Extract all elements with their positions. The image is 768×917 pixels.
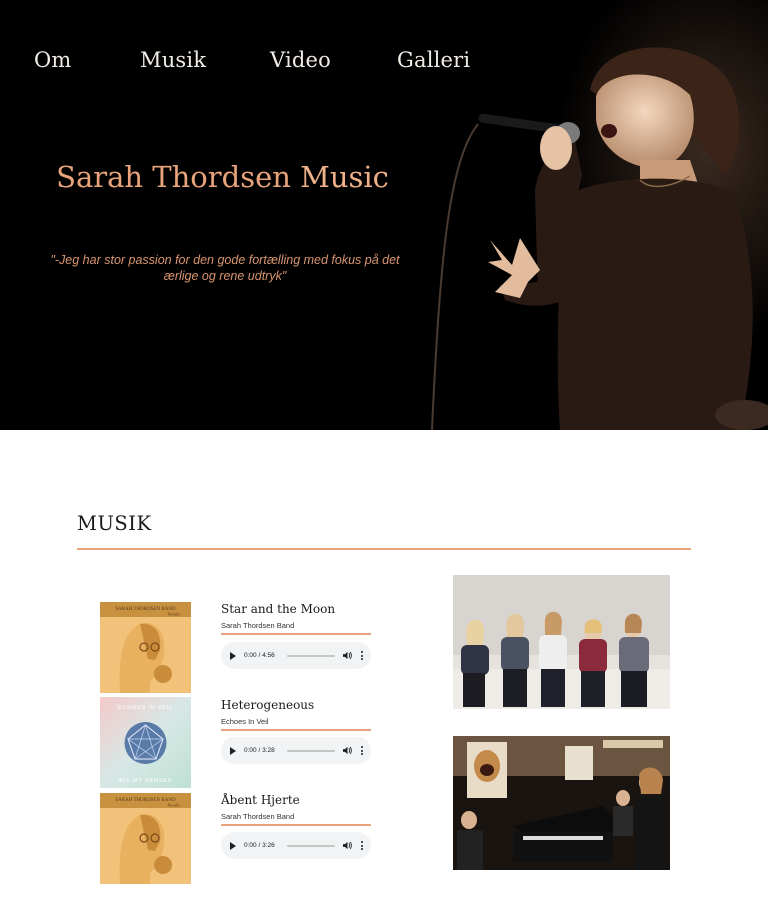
album-cover-sarah-thordsen-band: SARAH THORDSEN BAND Novalis: [100, 602, 191, 693]
site-title-name: Sarah Thordsen: [56, 160, 291, 194]
section-divider: [77, 548, 691, 550]
track-artist: Echoes In Veil: [221, 717, 269, 726]
track-divider: [221, 633, 371, 635]
hero-tagline: "-Jeg har stor passion for den gode fort…: [50, 253, 400, 283]
progress-bar[interactable]: [287, 749, 335, 752]
play-icon[interactable]: [230, 651, 236, 660]
time-display: 0:00 / 4:56: [244, 652, 275, 659]
track-title: Heterogeneous: [221, 698, 315, 712]
audio-player[interactable]: 0:00 / 3:28: [221, 737, 371, 764]
play-icon[interactable]: [230, 746, 236, 755]
progress-bar[interactable]: [287, 654, 335, 657]
time-display: 0:00 / 3:26: [244, 842, 275, 849]
volume-icon[interactable]: [343, 746, 352, 755]
music-section: MUSIK SARAH THORDSEN BAND Novalis ECHOES…: [0, 430, 768, 917]
album-cover-sarah-thordsen-band-2: SARAH THORDSEN BAND Novalis: [100, 793, 191, 884]
cover-echoes-bottom-text: ALL MY SENSES: [119, 778, 173, 784]
section-title: MUSIK: [77, 512, 152, 535]
more-options-icon[interactable]: [361, 746, 363, 755]
cover-echoes-top-text: ECHOES IN VEIL: [118, 705, 173, 711]
concert-photo: [453, 736, 670, 870]
track-divider: [221, 824, 371, 826]
more-options-icon[interactable]: [361, 651, 363, 660]
site-title: Sarah Thordsen Music: [0, 160, 445, 194]
cover-band-sub-text: Novalis: [168, 612, 181, 617]
audio-player[interactable]: 0:00 / 4:56: [221, 642, 371, 669]
track-divider: [221, 729, 371, 731]
audio-player[interactable]: 0:00 / 3:26: [221, 832, 371, 859]
track-artist: Sarah Thordsen Band: [221, 812, 295, 821]
track-title: Star and the Moon: [221, 602, 336, 616]
volume-icon[interactable]: [343, 841, 352, 850]
nav-video[interactable]: Video: [270, 48, 331, 72]
track-title: Åbent Hjerte: [221, 793, 300, 807]
more-options-icon[interactable]: [361, 841, 363, 850]
nav-om[interactable]: Om: [34, 48, 72, 72]
nav-galleri[interactable]: Galleri: [397, 48, 470, 72]
hero-banner: Om Musik Video Galleri Sarah Thordsen Mu…: [0, 0, 768, 430]
band-photo: [453, 575, 670, 709]
play-icon[interactable]: [230, 841, 236, 850]
album-cover-echoes-in-veil: ECHOES IN VEIL ALL MY SENSES: [100, 697, 191, 788]
nav-musik[interactable]: Musik: [140, 48, 206, 72]
cover-band-sub-text: Novalis: [168, 803, 181, 808]
volume-icon[interactable]: [343, 651, 352, 660]
singer-photo: [0, 0, 768, 430]
track-artist: Sarah Thordsen Band: [221, 621, 295, 630]
progress-bar[interactable]: [287, 844, 335, 847]
site-title-music: Music: [300, 160, 389, 194]
time-display: 0:00 / 3:28: [244, 747, 275, 754]
